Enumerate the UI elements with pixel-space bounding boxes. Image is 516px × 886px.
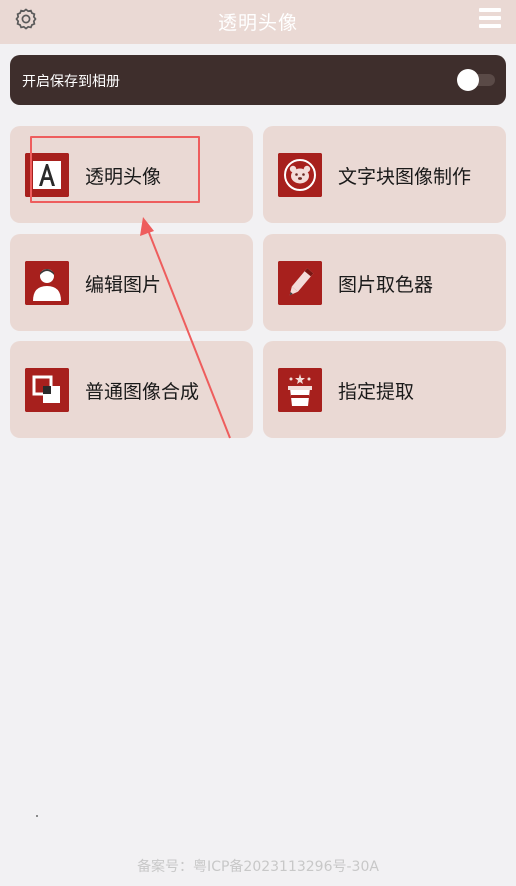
feature-card-edit-image[interactable]: 编辑图片 xyxy=(10,234,253,331)
icp-footer: 备案号：粤ICP备2023113296号-30A xyxy=(137,859,379,875)
feature-card-text-block-image[interactable]: 文字块图像制作 xyxy=(263,126,506,223)
feature-label: 普通图像合成 xyxy=(85,381,200,403)
save-to-album-bar: 开启保存到相册 xyxy=(10,55,506,105)
pen-color-picker-icon xyxy=(278,261,322,305)
feature-card-specified-extract[interactable]: 指定提取 xyxy=(263,341,506,438)
annotation-highlight-box xyxy=(30,136,200,203)
feature-card-image-composite[interactable]: 普通图像合成 xyxy=(10,341,253,438)
feature-label: 编辑图片 xyxy=(85,274,162,296)
app-header: 透明头像 xyxy=(0,0,516,44)
stray-dot xyxy=(36,815,38,817)
app-page: 透明头像 开启保存到相册 透明头像 文字块图像制作 编辑图片 图片取色器 普通图… xyxy=(0,0,516,886)
feature-label: 文字块图像制作 xyxy=(338,166,472,188)
feature-label: 指定提取 xyxy=(338,381,415,403)
save-to-album-toggle[interactable] xyxy=(457,69,495,91)
person-avatar-icon xyxy=(25,261,69,305)
feature-label: 图片取色器 xyxy=(338,274,434,296)
magic-hat-icon xyxy=(278,368,322,412)
page-title: 透明头像 xyxy=(217,12,298,34)
hamburger-menu-icon[interactable] xyxy=(479,8,501,30)
overlap-squares-icon xyxy=(25,368,69,412)
feature-card-color-picker[interactable]: 图片取色器 xyxy=(263,234,506,331)
save-to-album-label: 开启保存到相册 xyxy=(22,74,120,90)
bear-face-icon xyxy=(278,153,322,197)
